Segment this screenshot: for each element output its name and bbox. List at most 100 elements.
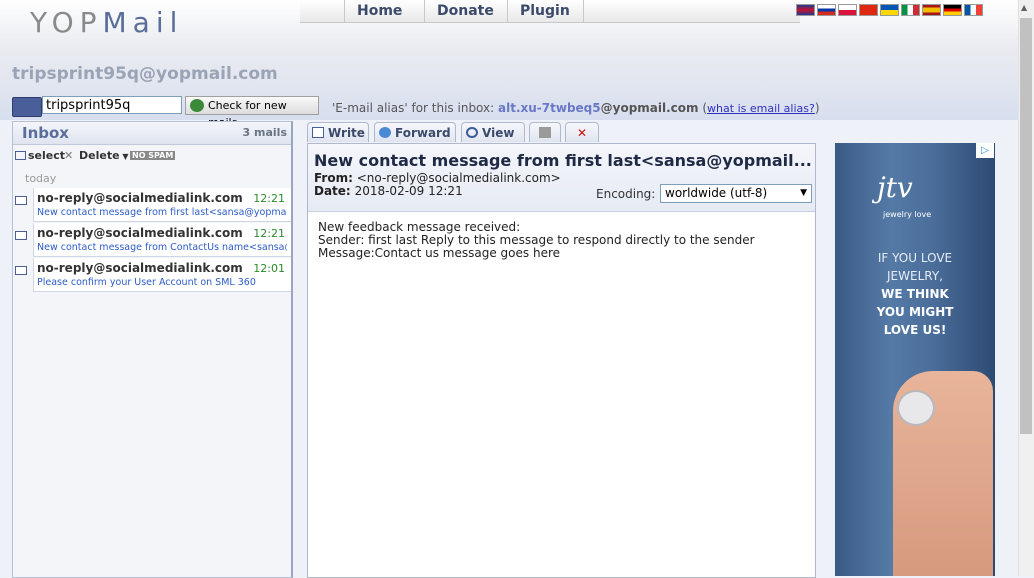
mail-time: 12:21 xyxy=(253,227,285,240)
date-value: 2018-02-09 12:21 xyxy=(354,184,463,198)
message-subject: New contact message from first last<sans… xyxy=(314,151,811,170)
encoding-select[interactable]: worldwide (utf-8) ▼ xyxy=(660,184,812,203)
forward-icon xyxy=(379,127,391,138)
group-label: today xyxy=(25,172,57,185)
es-flag[interactable] xyxy=(922,4,941,16)
ad-logo: jtv xyxy=(877,171,913,204)
nav-home[interactable]: Home xyxy=(344,0,414,22)
ad-line: IF YOU LOVE xyxy=(877,251,953,265)
tab-view[interactable]: View xyxy=(461,122,525,142)
ad-logo-sub: jewelry love xyxy=(883,210,932,219)
inbox-header: Inbox 3 mails xyxy=(13,122,291,145)
mail-subject: New contact message from ContactUs name<… xyxy=(37,242,287,253)
select-envelope-icon xyxy=(15,151,26,160)
scroll-up-arrow-icon[interactable]: ▲ xyxy=(1021,3,1027,12)
tab-forward-label: Forward xyxy=(395,126,451,140)
tab-view-label: View xyxy=(482,126,515,140)
message-tabs: Write Forward View ✕ xyxy=(307,122,807,142)
cn-flag[interactable] xyxy=(859,4,878,16)
tab-write[interactable]: Write xyxy=(307,122,369,142)
mail-row[interactable]: no-reply@socialmedialink.com 12:21 New c… xyxy=(13,223,291,257)
delete-x-icon: ✕ xyxy=(64,149,74,162)
what-is-alias-link[interactable]: what is email alias? xyxy=(707,102,815,115)
pl-flag[interactable] xyxy=(838,4,857,16)
mail-card[interactable]: no-reply@socialmedialink.com 12:21 New c… xyxy=(33,223,291,257)
mail-from: no-reply@socialmedialink.com xyxy=(37,226,243,240)
encoding-label: Encoding: xyxy=(596,187,656,201)
message-panel: New contact message from first last<sans… xyxy=(307,143,816,578)
it-flag[interactable] xyxy=(901,4,920,16)
mail-row[interactable]: no-reply@socialmedialink.com 12:01 Pleas… xyxy=(13,258,291,292)
chevron-down-icon: ▼ xyxy=(800,188,807,198)
envelope-icon xyxy=(15,266,27,275)
inbox-toolbar: select ✕ Delete ▼ NO SPAM xyxy=(13,146,291,164)
inbox-panel: Inbox 3 mails select ✕ Delete ▼ NO SPAM … xyxy=(12,121,293,578)
ad-line: WE THINK xyxy=(881,287,949,301)
mail-card[interactable]: no-reply@socialmedialink.com 12:01 Pleas… xyxy=(33,258,291,292)
printer-icon xyxy=(539,127,551,138)
yopmail-logo[interactable]: YOPMail xyxy=(30,6,183,39)
alias-prefix: 'E-mail alias' for this inbox: xyxy=(332,101,495,115)
mail-from: no-reply@socialmedialink.com xyxy=(37,261,243,275)
ru-flag[interactable] xyxy=(817,4,836,16)
alias-domain: @yopmail.com xyxy=(600,101,699,115)
write-icon xyxy=(312,127,324,138)
nav-plugin[interactable]: Plugin xyxy=(507,0,582,22)
nospam-button[interactable]: NO SPAM xyxy=(130,151,176,160)
tab-write-label: Write xyxy=(328,126,365,140)
ad-line: JEWELRY, xyxy=(887,269,943,283)
mail-card[interactable]: no-reply@socialmedialink.com 12:21 New c… xyxy=(33,188,291,222)
mail-time: 12:01 xyxy=(253,262,285,275)
top-nav: Home Donate Plugin xyxy=(300,0,800,23)
uk-flag[interactable] xyxy=(796,4,815,16)
login-input[interactable]: tripsprint95q xyxy=(42,96,182,114)
mail-subject: Please confirm your User Account on SML … xyxy=(37,277,256,288)
message-from: From: <no-reply@socialmedialink.com> xyxy=(314,171,561,185)
email-alias-row: 'E-mail alias' for this inbox: alt.xu-7t… xyxy=(332,101,820,115)
alias-name[interactable]: alt.xu-7twbeq5 xyxy=(498,101,601,115)
mail-time: 12:21 xyxy=(253,192,285,205)
delete-label: Delete xyxy=(79,149,120,162)
date-label: Date: xyxy=(314,184,351,198)
message-header: New contact message from first last<sans… xyxy=(308,144,815,212)
from-value: <no-reply@socialmedialink.com> xyxy=(356,171,561,185)
mail-row[interactable]: no-reply@socialmedialink.com 12:21 New c… xyxy=(13,188,291,222)
envelope-icon xyxy=(15,196,27,205)
check-new-mails-button[interactable]: Check for new mails xyxy=(185,96,319,129)
chevron-down-icon: ▼ xyxy=(119,152,129,161)
envelope-icon xyxy=(15,231,27,240)
encoding-value: worldwide (utf-8) xyxy=(665,186,768,200)
inbox-count: 3 mails xyxy=(242,126,287,139)
eye-icon xyxy=(466,127,478,138)
select-button[interactable]: select xyxy=(28,149,65,162)
alias-close-paren: ) xyxy=(814,101,820,115)
scrollbar-thumb[interactable] xyxy=(1020,18,1032,434)
delete-button[interactable]: Delete ▼ xyxy=(79,149,128,162)
message-date: Date: 2018-02-09 12:21 xyxy=(314,184,463,198)
ad-text: IF YOU LOVE JEWELRY, WE THINK YOU MIGHT … xyxy=(835,249,995,339)
fr-flag[interactable] xyxy=(964,4,983,16)
inbox-title: Inbox xyxy=(22,124,69,142)
refresh-icon xyxy=(190,99,204,112)
ad-line: YOU MIGHT xyxy=(876,305,954,319)
tab-forward[interactable]: Forward xyxy=(374,122,456,142)
mailbox-icon[interactable] xyxy=(12,97,42,117)
mail-from: no-reply@socialmedialink.com xyxy=(37,191,243,205)
nav-divider xyxy=(583,0,584,22)
from-label: From: xyxy=(314,171,353,185)
tab-print[interactable] xyxy=(529,122,561,142)
user-email-title: tripsprint95q@yopmail.com xyxy=(12,64,278,84)
advertisement[interactable]: ▷ jtv jewelry love IF YOU LOVE JEWELRY, … xyxy=(835,143,995,576)
adchoices-icon[interactable]: ▷ xyxy=(976,143,994,158)
delete-icon: ✕ xyxy=(576,126,588,140)
ad-line: LOVE US! xyxy=(883,323,947,337)
logo-right-text: Mail xyxy=(102,6,184,39)
ua-flag[interactable] xyxy=(880,4,899,16)
message-body: New feedback message received: Sender: f… xyxy=(318,221,755,260)
body-line: Message:Contact us message goes here xyxy=(318,246,561,260)
logo-left-text: YOP xyxy=(30,6,103,39)
nav-donate[interactable]: Donate xyxy=(424,0,506,22)
de-flag[interactable] xyxy=(943,4,962,16)
tab-delete[interactable]: ✕ xyxy=(565,122,599,142)
mail-subject: New contact message from first last<sans… xyxy=(37,207,287,218)
